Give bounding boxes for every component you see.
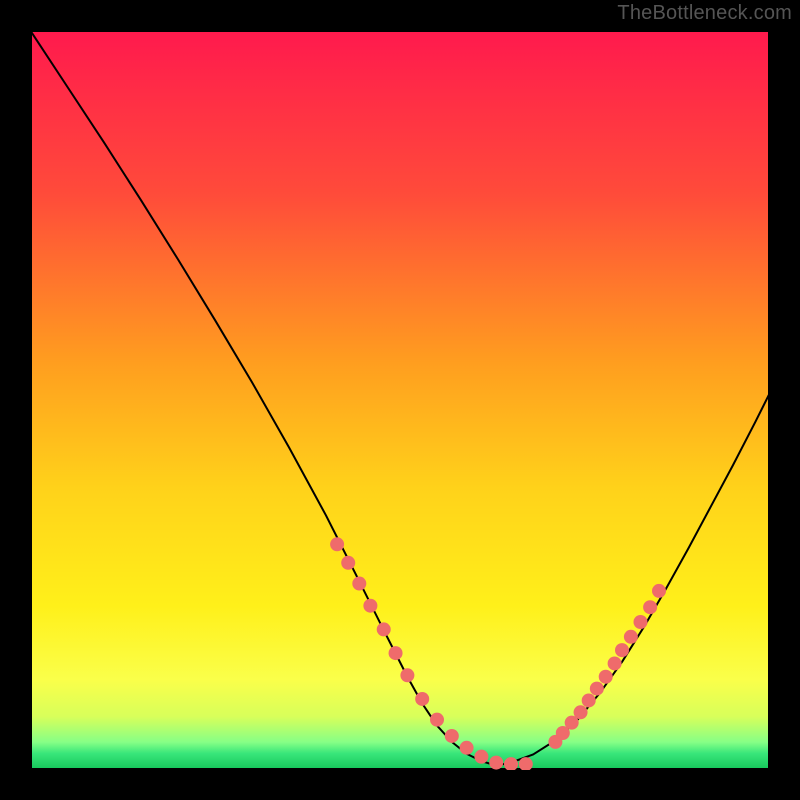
marker-markers-left: [415, 692, 429, 706]
marker-markers-right: [582, 693, 596, 707]
marker-markers-left: [400, 668, 414, 682]
chart-svg: [30, 30, 770, 770]
attribution-text: TheBottleneck.com: [617, 2, 792, 25]
marker-markers-left: [377, 622, 391, 636]
marker-markers-left: [341, 556, 355, 570]
marker-markers-right: [599, 670, 613, 684]
marker-markers-right: [652, 584, 666, 598]
series-curve-left: [30, 30, 496, 766]
marker-markers-right: [574, 705, 588, 719]
marker-markers-right: [608, 656, 622, 670]
marker-markers-left: [330, 537, 344, 551]
marker-markers-right: [615, 643, 629, 657]
marker-markers-left: [352, 577, 366, 591]
marker-markers-left: [445, 729, 459, 743]
marker-markers-right: [624, 630, 638, 644]
marker-markers-right: [590, 682, 604, 696]
marker-markers-left: [489, 756, 503, 770]
marker-markers-left: [389, 646, 403, 660]
series-curve-right: [496, 393, 770, 766]
marker-markers-left: [504, 757, 518, 770]
marker-markers-left: [460, 741, 474, 755]
marker-markers-right: [643, 600, 657, 614]
marker-markers-left: [363, 599, 377, 613]
marker-markers-left: [474, 750, 488, 764]
marker-markers-left: [430, 713, 444, 727]
chart-container: TheBottleneck.com: [0, 0, 800, 800]
marker-markers-right: [634, 615, 648, 629]
